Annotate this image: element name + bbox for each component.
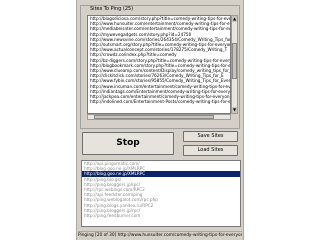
hscroll-thumb[interactable]: [94, 115, 214, 119]
site-list-item[interactable]: http://mediabeisnter.com/entertainment/c…: [88, 26, 230, 31]
scroll-up-icon[interactable]: ▲: [232, 16, 237, 22]
scroll-thumb[interactable]: [232, 43, 237, 79]
app-window: Sites To Ping (25) http://blogsdiciosa.c…: [76, 0, 244, 240]
scroll-down-icon[interactable]: ▼: [232, 107, 237, 113]
load-sites-button[interactable]: Load Sites: [183, 145, 238, 156]
site-list-item[interactable]: http://indolined.com/Entertainment-Posts…: [88, 99, 230, 104]
ping-services-listbox[interactable]: http://api.pingomatic.com/http://blog.go…: [81, 160, 241, 227]
ping-service-item[interactable]: http://ping.feedburner.com: [82, 213, 240, 218]
sites-group-label: Sites To Ping (25): [89, 6, 135, 12]
sites-vertical-scrollbar[interactable]: ▲ ▼: [231, 15, 238, 114]
sites-horizontal-scrollbar[interactable]: [87, 114, 231, 120]
sites-groupbox: Sites To Ping (25) http://blogsdiciosa.c…: [80, 5, 240, 129]
status-bar: Pinging [20 of 30] http://www.hunsuiter.…: [78, 231, 242, 238]
save-sites-button[interactable]: Save Sites: [183, 131, 238, 142]
stop-button[interactable]: Stop: [82, 132, 174, 155]
site-list-item[interactable]: http://www.fybix.com/stories/95855/Comed…: [88, 78, 230, 83]
sites-listbox[interactable]: http://blogsdiciosa.com/story.php?title=…: [87, 15, 231, 114]
